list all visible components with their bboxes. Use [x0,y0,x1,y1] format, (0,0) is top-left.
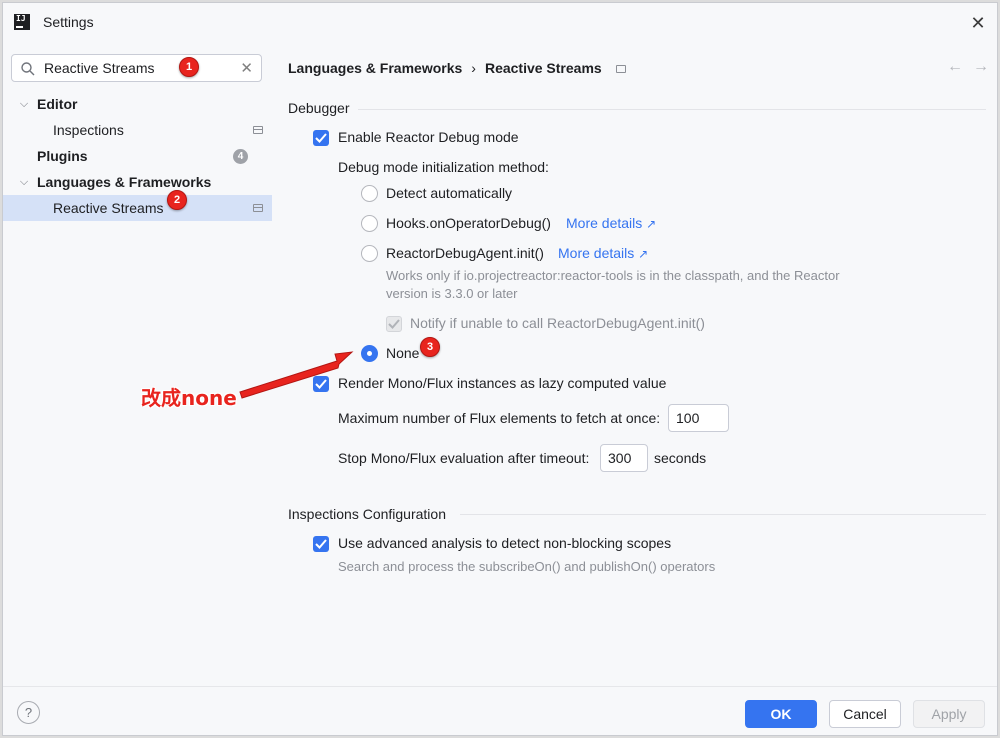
radio-detect-automatically[interactable] [361,185,378,202]
search-input[interactable]: Reactive Streams [44,60,154,76]
enable-debug-checkbox[interactable] [313,130,329,146]
settings-dialog: IJ Settings ✕ Reactive Streams ✕ ⌵ Edito… [2,2,998,736]
hooks-more-details-link[interactable]: More details ↗ [566,215,656,231]
annotation-marker-1: 1 [179,57,199,77]
timeout-unit-label: seconds [654,450,707,466]
window-title: Settings [43,14,94,30]
sidebar-item-editor[interactable]: ⌵ Editor [3,91,272,117]
dialog-footer: ? OK Cancel Apply [3,686,997,735]
plugins-count-badge: 4 [233,149,248,164]
breadcrumb-separator: › [471,60,476,76]
sidebar-item-label: Languages & Frameworks [37,174,212,190]
inspections-section-title: Inspections Configuration [288,506,446,522]
forward-arrow-icon[interactable]: → [973,58,989,75]
project-scope-icon [253,204,263,212]
settings-sidebar: Reactive Streams ✕ ⌵ Editor Inspections … [3,43,272,686]
radio-reactor-debug-agent[interactable] [361,245,378,262]
clear-search-icon[interactable]: ✕ [240,59,253,77]
render-lazy-checkbox[interactable] [313,376,329,392]
search-icon [20,61,36,77]
notify-label: Notify if unable to call ReactorDebugAge… [410,315,705,331]
sidebar-item-label: Reactive Streams [53,200,164,216]
cancel-button[interactable]: Cancel [829,700,901,728]
radio-detect-automatically-label[interactable]: Detect automatically [386,185,512,201]
close-icon[interactable]: ✕ [967,12,989,34]
advanced-analysis-checkbox[interactable] [313,536,329,552]
intellij-logo-icon: IJ [14,14,30,30]
agent-hint-line-1: Works only if io.projectreactor:reactor-… [386,268,840,283]
debug-method-label: Debug mode initialization method: [338,159,549,175]
back-arrow-icon[interactable]: ← [947,58,963,75]
render-lazy-label[interactable]: Render Mono/Flux instances as lazy compu… [338,375,666,391]
settings-search-field[interactable]: Reactive Streams ✕ [11,54,262,82]
max-elements-input[interactable]: 100 [668,404,729,432]
chevron-down-icon[interactable]: ⌵ [17,169,31,195]
external-link-icon: ↗ [646,217,657,231]
sidebar-item-label: Plugins [37,148,88,164]
timeout-label: Stop Mono/Flux evaluation after timeout: [338,450,590,466]
sidebar-item-reactive-streams[interactable]: Reactive Streams [3,195,272,221]
annotation-callout: 改成none [141,386,237,410]
agent-more-details-link[interactable]: More details ↗ [558,245,648,261]
debugger-section-title: Debugger [288,100,350,116]
sidebar-item-inspections[interactable]: Inspections [3,117,272,143]
sidebar-item-languages-frameworks[interactable]: ⌵ Languages & Frameworks [3,169,272,195]
title-bar: IJ Settings ✕ [3,3,997,43]
advanced-analysis-hint: Search and process the subscribeOn() and… [338,559,716,574]
more-details-text[interactable]: More details [566,215,642,231]
max-elements-label: Maximum number of Flux elements to fetch… [338,410,661,426]
breadcrumb: Languages & Frameworks › Reactive Streams [288,60,626,76]
radio-agent-label[interactable]: ReactorDebugAgent.init() [386,245,544,261]
timeout-input[interactable]: 300 [600,444,648,472]
more-details-text[interactable]: More details [558,245,634,261]
apply-button: Apply [913,700,985,728]
radio-none[interactable] [361,345,378,362]
breadcrumb-parent[interactable]: Languages & Frameworks [288,60,462,76]
settings-tree: ⌵ Editor Inspections Plugins 4 ⌵ Languag… [3,91,272,221]
annotation-marker-2: 2 [167,190,187,210]
radio-hooks-on-operator-debug[interactable] [361,215,378,232]
agent-hint-line-2: version is 3.3.0 or later [386,286,518,301]
radio-none-label[interactable]: None [386,345,419,361]
section-divider [358,109,986,110]
navigation-arrows: ← → [937,58,989,76]
annotation-marker-3: 3 [420,337,440,357]
notify-checkbox [386,316,402,332]
settings-content: Languages & Frameworks › Reactive Streams … [272,43,997,686]
project-scope-icon [253,126,263,134]
ok-button[interactable]: OK [745,700,817,728]
sidebar-item-label: Editor [37,96,78,112]
sidebar-item-plugins[interactable]: Plugins 4 [3,143,272,169]
radio-hooks-label[interactable]: Hooks.onOperatorDebug() [386,215,551,231]
chevron-down-icon[interactable]: ⌵ [17,91,31,117]
sidebar-item-label: Inspections [53,122,124,138]
help-icon[interactable]: ? [17,701,40,724]
section-divider [460,514,986,515]
advanced-analysis-label[interactable]: Use advanced analysis to detect non-bloc… [338,535,671,551]
enable-debug-label[interactable]: Enable Reactor Debug mode [338,129,519,145]
breadcrumb-current: Reactive Streams [484,60,602,76]
project-scope-icon [615,65,626,73]
external-link-icon: ↗ [638,247,649,261]
